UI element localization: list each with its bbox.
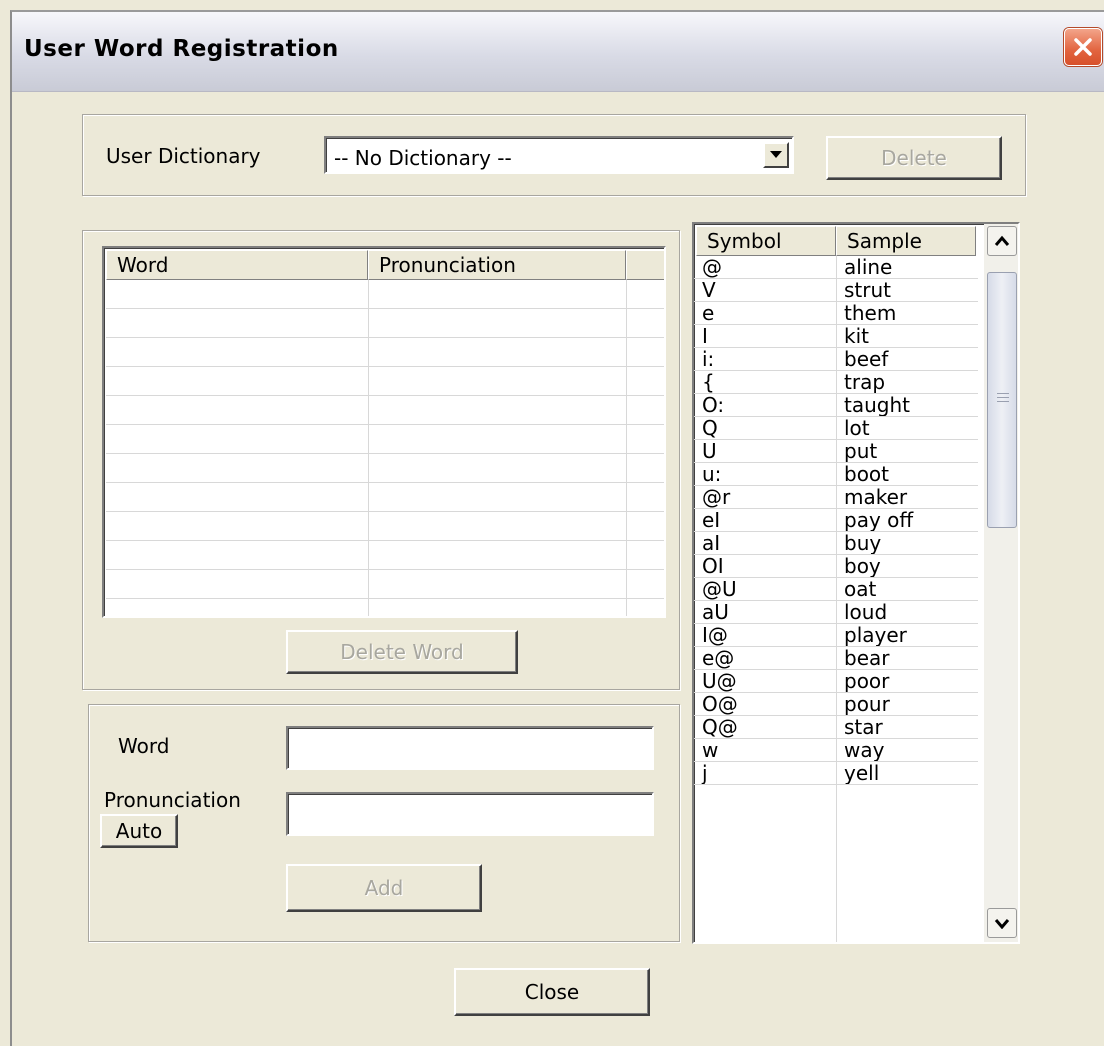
chevron-down-icon [770, 151, 782, 158]
symbol-cell: Q@ [702, 715, 738, 739]
sample-cell: put [844, 439, 878, 463]
symbol-cell: I@ [702, 623, 728, 647]
column-header-word[interactable]: Word [106, 250, 368, 280]
scroll-thumb[interactable] [987, 272, 1017, 528]
symbol-cell: I [702, 324, 708, 348]
sample-cell: boot [844, 462, 890, 486]
word-list-row-line [106, 337, 664, 338]
symbol-cell: O@ [702, 692, 738, 716]
symbol-cell: e [702, 301, 715, 325]
sample-cell: boy [844, 554, 881, 578]
sample-cell: kit [844, 324, 869, 348]
sample-cell: buy [844, 531, 882, 555]
close-icon [1074, 38, 1092, 56]
column-header-sample[interactable]: Sample [836, 226, 976, 256]
user-dictionary-select[interactable]: -- No Dictionary -- [324, 136, 794, 174]
chevron-down-icon [994, 919, 1010, 929]
word-list-column-line [626, 280, 627, 616]
window-title: User Word Registration [24, 36, 339, 62]
word-list-row-line [106, 482, 664, 483]
sample-cell: yell [844, 761, 880, 785]
sample-cell: star [844, 715, 883, 739]
sample-cell: beef [844, 347, 889, 371]
column-header-symbol[interactable]: Symbol [696, 226, 836, 256]
sample-cell: taught [844, 393, 910, 417]
delete-word-button[interactable]: Delete Word [286, 630, 518, 674]
auto-button[interactable]: Auto [100, 814, 178, 848]
sample-cell: pour [844, 692, 890, 716]
sample-cell: bear [844, 646, 890, 670]
sample-cell: oat [844, 577, 877, 601]
sample-cell: trap [844, 370, 886, 394]
symbol-cell: aI [702, 531, 721, 555]
word-list-row-line [106, 598, 664, 599]
word-list[interactable]: Word Pronunciation [102, 246, 666, 618]
sample-cell: way [844, 738, 885, 762]
word-list-row-line [106, 540, 664, 541]
sample-cell: maker [844, 485, 908, 509]
symbol-cell: @r [702, 485, 731, 509]
symbol-cell: aU [702, 600, 729, 624]
close-window-button[interactable] [1064, 28, 1102, 66]
user-dictionary-label: User Dictionary [106, 144, 261, 168]
symbol-cell: Q [702, 416, 718, 440]
scroll-down-button[interactable] [987, 908, 1017, 938]
symbol-cell: i: [702, 347, 715, 371]
user-dictionary-value: -- No Dictionary -- [334, 146, 512, 170]
word-input[interactable] [286, 726, 654, 770]
symbol-cell: O: [702, 393, 725, 417]
symbol-cell: OI [702, 554, 724, 578]
phonetic-symbol-table[interactable]: Symbol Sample @ aline Vstrut e them Ikit i: bee… [692, 222, 1020, 944]
word-list-row-line [106, 395, 664, 396]
symbol-cell: j [702, 761, 708, 785]
symbol-cell: eI [702, 508, 721, 532]
symbol-cell: w [702, 738, 719, 762]
add-button[interactable]: Add [286, 864, 482, 912]
column-header-filler [626, 250, 664, 280]
word-list-row-line [106, 308, 664, 309]
sample-cell: lot [844, 416, 870, 440]
thumb-grip-line [997, 397, 1009, 398]
word-list-row-line [106, 366, 664, 367]
sample-cell: strut [844, 278, 892, 302]
word-label: Word [118, 734, 170, 758]
sample-cell: poor [844, 669, 890, 693]
symbol-column-divider [836, 256, 837, 942]
thumb-grip-line [997, 393, 1009, 394]
sample-cell: them [844, 301, 897, 325]
symbol-table-scrollbar[interactable] [984, 224, 1018, 942]
delete-dictionary-button[interactable]: Delete [826, 136, 1002, 180]
sample-cell: pay off [844, 508, 914, 532]
close-button[interactable]: Close [454, 968, 650, 1016]
column-header-pronunciation[interactable]: Pronunciation [368, 250, 626, 280]
title-bar[interactable]: User Word Registration [12, 12, 1104, 92]
sample-cell: loud [844, 600, 888, 624]
word-list-row-line [106, 424, 664, 425]
symbol-cell: e@ [702, 646, 735, 670]
pronunciation-label: Pronunciation [104, 788, 241, 812]
word-list-row-line [106, 453, 664, 454]
symbol-cell: { [702, 370, 715, 394]
symbol-cell: U [702, 439, 717, 463]
chevron-up-icon [994, 235, 1010, 246]
symbol-cell: U@ [702, 669, 737, 693]
word-list-column-line [368, 280, 369, 616]
thumb-grip-line [997, 401, 1009, 402]
symbol-cell: @U [702, 577, 737, 601]
dropdown-arrow-button[interactable] [763, 142, 789, 168]
sample-cell: aline [844, 255, 893, 279]
word-list-row-line [106, 511, 664, 512]
sample-cell: player [844, 623, 907, 647]
word-list-row-line [106, 569, 664, 570]
scroll-up-button[interactable] [987, 226, 1017, 256]
pronunciation-input[interactable] [286, 792, 654, 836]
symbol-cell: V [702, 278, 716, 302]
symbol-cell: @ [702, 255, 722, 279]
symbol-cell: u: [702, 462, 722, 486]
